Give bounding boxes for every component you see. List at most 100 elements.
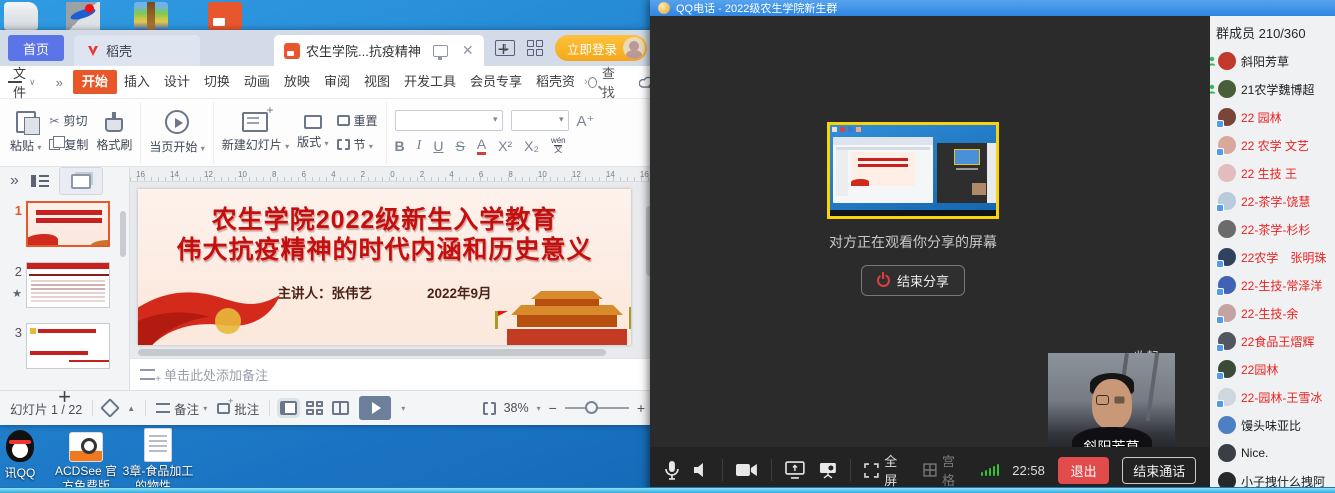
menu-tab[interactable]: 开始 xyxy=(73,70,117,94)
member-row[interactable]: 22-茶学-杉杉 xyxy=(1210,215,1335,243)
normal-view-button[interactable] xyxy=(280,401,297,415)
taskbar-edge[interactable] xyxy=(0,487,1335,493)
qq-title-bar[interactable]: QQ电话 - 2022级农生学院新生群 xyxy=(650,0,1335,16)
new-slide-button[interactable]: 新建幻灯片 ▾ xyxy=(222,112,289,153)
exit-button[interactable]: 退出 xyxy=(1058,457,1110,484)
italic-button[interactable]: I xyxy=(417,138,422,154)
zoom-slider[interactable] xyxy=(565,407,629,409)
slide-title-line2[interactable]: 伟大抗疫精神的时代内涵和历史意义 xyxy=(138,235,631,265)
recycle-bin-icon[interactable] xyxy=(4,2,38,30)
end-call-button[interactable]: 结束通话 xyxy=(1122,457,1196,484)
member-row[interactable]: 22-园林-王雪冰 xyxy=(1210,383,1335,411)
member-row[interactable]: 22 生技 王 xyxy=(1210,159,1335,187)
font-color-button[interactable]: A xyxy=(477,136,486,155)
zoom-value[interactable]: 38% xyxy=(504,401,529,415)
slide-date[interactable]: 2022年9月 xyxy=(427,282,492,302)
member-row[interactable]: 22-生技-常泽洋 xyxy=(1210,271,1335,299)
menu-tab[interactable]: 插入 xyxy=(117,70,157,94)
chevron-down-icon[interactable]: ∨ xyxy=(29,77,36,88)
strikethrough-button[interactable]: S xyxy=(455,138,464,154)
zoom-in-button[interactable]: + xyxy=(637,400,645,416)
login-button[interactable]: 立即登录 xyxy=(555,35,647,61)
expand-panel-icon[interactable]: » xyxy=(10,172,19,190)
menu-tab[interactable]: 设计 xyxy=(157,70,197,94)
section-button[interactable]: 节 ▾ xyxy=(337,136,378,153)
phonetic-guide-button[interactable]: wén文 xyxy=(551,137,566,154)
fullscreen-button[interactable]: 全屏 xyxy=(864,451,910,489)
slide-thumbnail[interactable] xyxy=(26,262,110,308)
member-row[interactable]: 斜阳芳草 xyxy=(1210,47,1335,75)
desktop-icon-document[interactable]: 3章-食品加工的物性... xyxy=(122,428,194,493)
end-share-button[interactable]: 结束分享 xyxy=(861,265,965,296)
cut-button[interactable]: ✂剪切 xyxy=(49,112,88,129)
font-size-select[interactable] xyxy=(511,110,569,131)
comments-toggle[interactable]: 批注 xyxy=(217,399,259,418)
ppt-file-icon[interactable] xyxy=(208,2,242,30)
slideshow-play-button[interactable] xyxy=(359,396,391,420)
apps-grid-icon[interactable] xyxy=(527,40,543,56)
zoom-out-button[interactable]: − xyxy=(549,400,557,416)
grow-font-button[interactable]: A⁺ xyxy=(577,112,595,130)
member-row[interactable]: 21农学魏博超 xyxy=(1210,75,1335,103)
whiteboard-share-button[interactable] xyxy=(818,461,838,479)
fit-slide-icon[interactable] xyxy=(483,402,496,415)
tab-home[interactable]: 首页 xyxy=(8,35,64,61)
superscript-button[interactable]: X² xyxy=(498,138,512,154)
underline-button[interactable]: U xyxy=(433,138,443,154)
microphone-button[interactable] xyxy=(664,460,680,480)
slide-title-line1[interactable]: 农生学院2022级新生入学教育 xyxy=(138,205,631,235)
close-tab-icon[interactable]: ✕ xyxy=(462,42,474,59)
winrar-icon[interactable] xyxy=(134,2,168,30)
font-name-select[interactable] xyxy=(395,110,503,131)
member-row[interactable]: Nice. xyxy=(1210,439,1335,467)
tab-list-icon[interactable]: 1 xyxy=(495,40,515,56)
desktop-icon-acdsee[interactable]: ACDSee 官方免费版 xyxy=(50,432,122,493)
slide-thumbnail-row[interactable]: 2 ★ xyxy=(0,262,129,308)
reset-button[interactable]: 重置 xyxy=(337,112,378,129)
notes-bar[interactable]: 单击此处添加备注 xyxy=(130,358,655,390)
desktop-app-icon[interactable] xyxy=(66,2,100,30)
member-row[interactable]: 22农学 张明珠 xyxy=(1210,243,1335,271)
menu-tab[interactable]: 动画 xyxy=(237,70,277,94)
screen-share-preview[interactable] xyxy=(827,122,999,219)
thumbnail-scrollbar[interactable] xyxy=(120,211,126,257)
outline-view-icon[interactable] xyxy=(31,175,47,187)
menu-tab[interactable]: 稻壳资 xyxy=(529,70,582,94)
speaker-button[interactable] xyxy=(693,462,709,478)
camera-button[interactable] xyxy=(736,463,758,477)
slide-thumbnail[interactable] xyxy=(26,323,110,369)
overflow-chevrons-icon[interactable]: » xyxy=(56,75,63,90)
member-row[interactable]: 22 农学 文艺 xyxy=(1210,131,1335,159)
self-video-thumbnail[interactable]: 斜阳芳草 xyxy=(1048,353,1175,460)
member-row[interactable]: 22食品王熠辉 xyxy=(1210,327,1335,355)
slide-thumbnail[interactable] xyxy=(26,201,110,247)
find-button[interactable]: 查找 xyxy=(588,63,623,101)
paste-button[interactable]: 粘贴 ▾ xyxy=(10,111,41,154)
menu-tab[interactable]: 视图 xyxy=(357,70,397,94)
notes-toggle[interactable]: 备注▾ xyxy=(156,399,207,418)
slide-thumbnail-row[interactable]: 3 ★ xyxy=(0,323,129,369)
tab-docer[interactable]: 稻壳 xyxy=(74,35,200,66)
menu-tab[interactable]: 开发工具 xyxy=(397,70,463,94)
tab-document-active[interactable]: 农生学院...抗疫精神 ✕ xyxy=(274,35,484,66)
share-screen-button[interactable] xyxy=(785,461,805,479)
play-options-icon[interactable]: ▾ xyxy=(401,404,405,413)
bold-button[interactable]: B xyxy=(395,138,405,154)
member-row[interactable]: 22-生技-余 xyxy=(1210,299,1335,327)
menu-tab[interactable]: 放映 xyxy=(277,70,317,94)
slide-view-toggle[interactable] xyxy=(59,167,103,195)
copy-button[interactable]: 复制 xyxy=(49,136,88,153)
slide-1-content[interactable]: 农生学院2022级新生入学教育 伟大抗疫精神的时代内涵和历史意义 主讲人：张伟艺… xyxy=(138,189,631,345)
menu-tab[interactable]: 审阅 xyxy=(317,70,357,94)
zoom-slider-knob[interactable] xyxy=(585,401,598,414)
layout-button[interactable]: 版式 ▾ xyxy=(297,115,328,150)
reading-view-button[interactable] xyxy=(332,401,349,415)
desktop-icon-qq[interactable]: 讯QQ xyxy=(0,430,56,481)
grid-view-button[interactable]: 宫格 xyxy=(923,451,968,489)
subscript-button[interactable]: X₂ xyxy=(524,138,539,154)
menu-tab[interactable]: 会员专享 xyxy=(463,70,529,94)
slide-thumbnail-row[interactable]: 1 ★ xyxy=(0,201,129,247)
format-painter-button[interactable]: 格式刷 xyxy=(96,112,132,153)
horizontal-scrollbar[interactable] xyxy=(130,347,655,358)
member-row[interactable]: 22 园林 xyxy=(1210,103,1335,131)
